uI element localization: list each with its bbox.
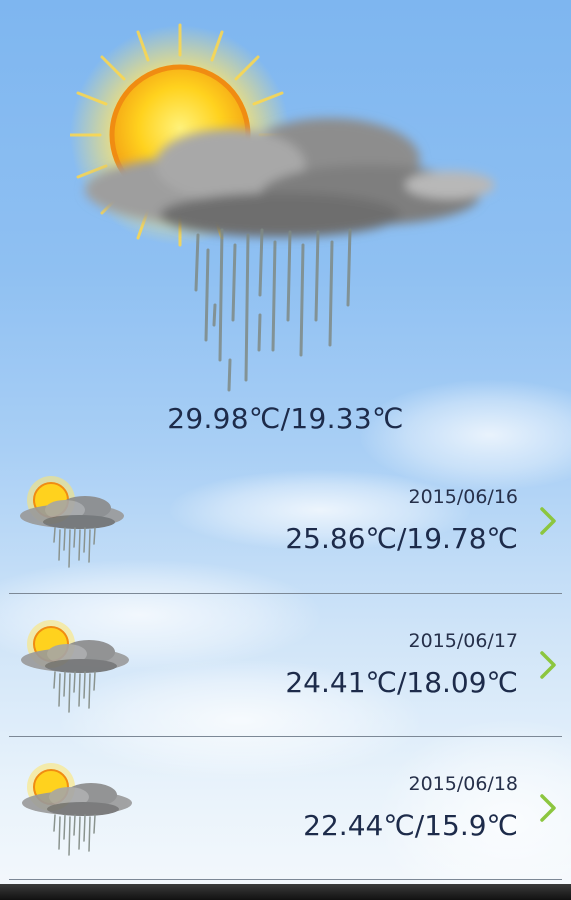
forecast-date: 2015/06/18: [408, 773, 518, 795]
forecast-temperature: 22.44℃/15.9℃: [303, 809, 518, 842]
sun-cloud-rain-icon: [21, 620, 129, 713]
forecast-list: 2015/06/16 25.86℃/19.78℃ 2015/06/17 24.4…: [0, 450, 571, 880]
chevron-right-icon[interactable]: [538, 506, 558, 536]
sun-cloud-rain-icon: [70, 23, 495, 392]
bottom-edge-bar: [0, 884, 571, 900]
weather-screen: 29.98℃/19.33℃ 2015/06/16 25.86℃/19.78℃ 2…: [0, 0, 571, 900]
forecast-row[interactable]: 2015/06/18 22.44℃/15.9℃: [9, 737, 562, 880]
sun-cloud-rain-icon: [22, 763, 132, 856]
sun-cloud-rain-icon: [20, 476, 124, 568]
chevron-right-icon[interactable]: [538, 793, 558, 823]
forecast-row[interactable]: 2015/06/17 24.41℃/18.09℃: [9, 594, 562, 737]
current-temperature: 29.98℃/19.33℃: [167, 402, 404, 435]
chevron-right-icon[interactable]: [538, 650, 558, 680]
forecast-temperature: 24.41℃/18.09℃: [285, 666, 518, 699]
forecast-date: 2015/06/17: [408, 630, 518, 652]
forecast-date: 2015/06/16: [408, 486, 518, 508]
forecast-temperature: 25.86℃/19.78℃: [285, 522, 518, 555]
current-weather: 29.98℃/19.33℃: [0, 0, 571, 450]
forecast-row[interactable]: 2015/06/16 25.86℃/19.78℃: [9, 450, 562, 594]
